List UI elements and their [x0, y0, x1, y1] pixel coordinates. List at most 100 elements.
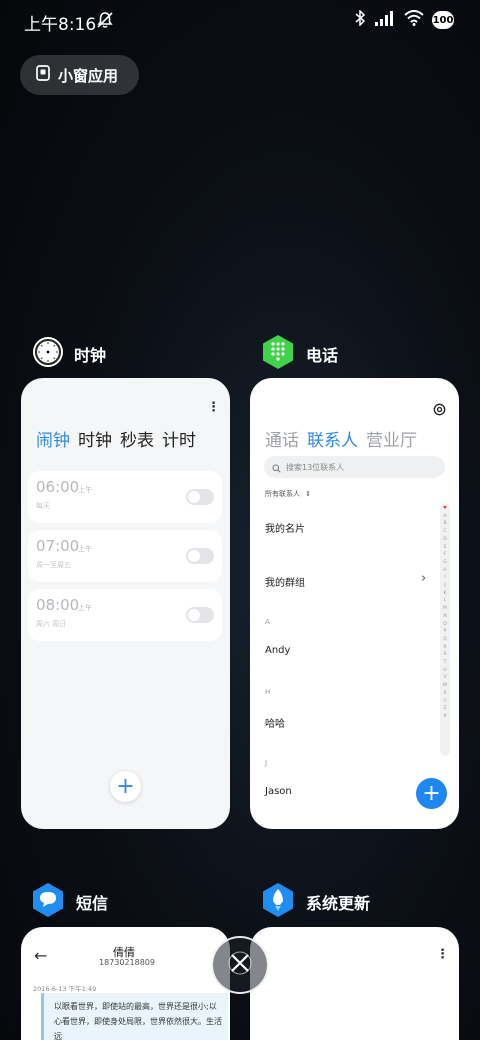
alphabet-index-bar[interactable]: ♥ A B C D E F G H I J K L M N O P Q R S T U V W X Y Z #: [440, 503, 450, 756]
alarm-ampm: 上午: [78, 545, 92, 553]
tab-alarm[interactable]: 闹钟: [36, 426, 70, 451]
phone-tabs: 通话 联系人 营业厅: [265, 426, 417, 451]
alarm-ampm: 上午: [78, 604, 92, 612]
alphabet-index-letter[interactable]: R: [443, 644, 446, 652]
search-placeholder: 搜索13位联系人: [286, 462, 345, 472]
alphabet-index-letter[interactable]: ♥: [443, 505, 447, 513]
alarm-toggle[interactable]: [186, 548, 214, 564]
updater-app-header[interactable]: 系统更新: [260, 882, 370, 922]
status-icons: 100: [354, 9, 454, 30]
alphabet-index-letter[interactable]: F: [444, 551, 447, 559]
alarm-time: 06:00: [36, 478, 80, 496]
notifications-muted-icon: [96, 11, 114, 33]
back-arrow-icon[interactable]: ←: [34, 946, 47, 965]
chevron-updown-icon: ⇕: [305, 490, 312, 498]
bluetooth-icon: [354, 9, 366, 30]
tab-calls[interactable]: 通话: [265, 426, 299, 451]
alphabet-index-letter[interactable]: L: [444, 597, 447, 605]
alphabet-index-letter[interactable]: W: [443, 682, 447, 690]
alphabet-index-letter[interactable]: Y: [444, 698, 447, 706]
alarm-repeat: 周六 周日: [36, 620, 67, 628]
alphabet-index-letter[interactable]: E: [444, 544, 447, 552]
alarm-item[interactable]: 07:00 上午 周一至周五: [28, 530, 222, 582]
sms-message-bubble[interactable]: 以眼看世界，即使站的最高，世界还是很小;以心看世界，即使身处局限，世界依然很大。…: [41, 993, 228, 1040]
clock-tabs: 闹钟 时钟 秒表 计时: [36, 426, 196, 451]
add-alarm-button[interactable]: +: [110, 771, 141, 802]
section-letter: J: [265, 759, 268, 767]
float-window-apps-button[interactable]: 小窗应用: [20, 55, 139, 95]
battery-icon: 100: [432, 11, 454, 29]
tab-stopwatch[interactable]: 秒表: [120, 426, 154, 451]
alarm-repeat: 每天: [36, 502, 50, 510]
section-letter: H: [265, 688, 271, 696]
alphabet-index-letter[interactable]: O: [443, 621, 447, 629]
contact-item[interactable]: Andy: [265, 645, 290, 656]
alphabet-index-letter[interactable]: V: [443, 674, 446, 682]
alphabet-index-letter[interactable]: Q: [443, 636, 447, 644]
my-card-item[interactable]: 我的名片: [265, 520, 305, 535]
add-contact-button[interactable]: +: [416, 778, 447, 809]
alarm-time: 08:00: [36, 596, 80, 614]
sms-contact-number: 18730218809: [99, 958, 155, 967]
clock-app-icon: [32, 336, 64, 372]
alarm-repeat: 周一至周五: [36, 561, 71, 569]
contact-item[interactable]: 哈哈: [265, 715, 285, 730]
phone-settings-icon[interactable]: [433, 401, 446, 420]
phone-app-header[interactable]: 电话: [260, 334, 338, 374]
updater-more-icon[interactable]: ⋮: [436, 947, 449, 962]
tab-timer[interactable]: 计时: [162, 426, 196, 451]
alphabet-index-letter[interactable]: K: [444, 590, 447, 598]
updater-app-card[interactable]: ⋮: [250, 927, 459, 1040]
tab-clock[interactable]: 时钟: [78, 426, 112, 451]
contact-filter[interactable]: 所有联系人 ⇕: [265, 489, 311, 499]
alphabet-index-letter[interactable]: #: [443, 713, 447, 721]
clock-app-header[interactable]: 时钟: [32, 336, 106, 372]
alarm-item[interactable]: 06:00 上午 每天: [28, 471, 222, 523]
alarm-time: 07:00: [36, 537, 80, 555]
alphabet-index-letter[interactable]: M: [443, 605, 447, 613]
alphabet-index-letter[interactable]: S: [444, 651, 447, 659]
tab-contacts[interactable]: 联系人: [307, 426, 358, 451]
alphabet-index-letter[interactable]: U: [443, 667, 446, 675]
section-letter: A: [265, 618, 270, 626]
chevron-right-icon: ›: [421, 571, 427, 586]
sms-app-header[interactable]: 短信: [30, 882, 108, 922]
contact-filter-label: 所有联系人: [265, 490, 300, 498]
alphabet-index-letter[interactable]: B: [443, 520, 446, 528]
alphabet-index-letter[interactable]: I: [444, 574, 445, 582]
sms-message-text: 以眼看世界，即使站的最高，世界还是很小;以心看世界，即使身处局限，世界依然很大。…: [54, 1002, 222, 1040]
alphabet-index-letter[interactable]: T: [444, 659, 447, 667]
alphabet-index-letter[interactable]: Z: [443, 705, 446, 713]
alphabet-index-letter[interactable]: X: [443, 690, 446, 698]
signal-icon: [374, 10, 396, 30]
clear-all-button[interactable]: [211, 936, 269, 994]
status-time: 上午8:16: [24, 15, 97, 35]
alarm-toggle[interactable]: [186, 607, 214, 623]
alphabet-index-letter[interactable]: J: [444, 582, 445, 590]
sms-app-name: 短信: [76, 894, 109, 913]
updater-app-name: 系统更新: [306, 894, 371, 913]
alarm-toggle[interactable]: [186, 489, 214, 505]
alphabet-index-letter[interactable]: P: [444, 628, 447, 636]
float-window-icon: [36, 65, 50, 85]
search-icon: [272, 458, 281, 477]
status-bar: 上午8:16 100: [0, 0, 480, 40]
system-update-icon: [260, 882, 296, 922]
contact-search-input[interactable]: 搜索13位联系人: [264, 456, 445, 478]
alphabet-index-letter[interactable]: H: [443, 567, 446, 575]
clock-more-icon[interactable]: ⋮: [207, 400, 220, 415]
alphabet-index-letter[interactable]: G: [443, 559, 447, 567]
float-window-label: 小窗应用: [58, 66, 119, 85]
phone-app-icon: [260, 334, 296, 374]
alphabet-index-letter[interactable]: A: [443, 513, 446, 521]
clock-app-name: 时钟: [74, 346, 107, 365]
alphabet-index-letter[interactable]: D: [443, 536, 446, 544]
alarm-item[interactable]: 08:00 上午 周六 周日: [28, 589, 222, 641]
contact-item[interactable]: Jason: [265, 786, 292, 797]
tab-service-hall[interactable]: 营业厅: [366, 426, 417, 451]
alarm-ampm: 上午: [78, 486, 92, 494]
alphabet-index-letter[interactable]: C: [443, 528, 446, 536]
alphabet-index-letter[interactable]: N: [443, 613, 446, 621]
sms-timestamp: 2016-6-13 下午1:49: [33, 985, 97, 993]
my-groups-item[interactable]: 我的群组: [265, 574, 305, 589]
